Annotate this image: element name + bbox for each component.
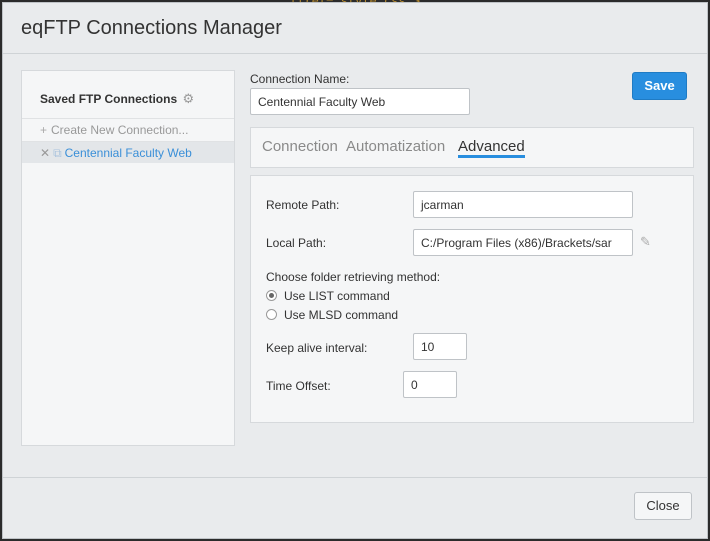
saved-connections-sidebar: Saved FTP Connections ⚙ + Create New Conn…: [21, 70, 235, 446]
dialog-footer: Close: [3, 477, 707, 538]
connection-name-input[interactable]: Centennial Faculty Web: [250, 88, 470, 115]
keep-alive-label: Keep alive interval:: [266, 341, 368, 355]
create-new-connection-label: Create New Connection...: [51, 123, 189, 137]
time-offset-input[interactable]: 0: [403, 371, 457, 398]
local-path-label: Local Path:: [266, 236, 327, 250]
sidebar-item-label: Centennial Faculty Web: [64, 146, 192, 160]
settings-tabs: Connection Automatization Advanced: [250, 127, 694, 168]
tab-advanced[interactable]: Advanced: [458, 138, 525, 158]
remote-path-input[interactable]: jcarman: [413, 191, 633, 218]
tab-automatization[interactable]: Automatization: [346, 138, 445, 155]
close-button[interactable]: Close: [634, 492, 692, 520]
delete-icon[interactable]: ✕: [40, 146, 50, 160]
keep-alive-input[interactable]: 10: [413, 333, 467, 360]
use-mlsd-label: Use MLSD command: [284, 308, 399, 322]
saved-connections-heading: Saved FTP Connections ⚙: [40, 91, 194, 107]
connection-name-label: Connection Name:: [250, 72, 350, 86]
use-mlsd-radio[interactable]: [266, 309, 277, 320]
use-list-radio[interactable]: [266, 290, 277, 301]
create-new-connection-item[interactable]: + Create New Connection...: [22, 118, 234, 140]
use-list-label: Use LIST command: [284, 289, 390, 303]
tab-connection[interactable]: Connection: [262, 138, 338, 155]
sidebar-item-centennial-faculty-web[interactable]: ✕ ⧉ Centennial Faculty Web: [22, 141, 234, 163]
local-path-input[interactable]: C:/Program Files (x86)/Brackets/sar: [413, 229, 633, 256]
copy-icon[interactable]: ⧉: [53, 146, 62, 160]
remote-path-label: Remote Path:: [266, 198, 340, 212]
saved-connections-heading-text: Saved FTP Connections: [40, 92, 178, 106]
save-button[interactable]: Save: [632, 72, 687, 100]
pencil-icon[interactable]: ✎: [640, 234, 651, 250]
gear-icon[interactable]: ⚙: [182, 91, 194, 106]
dialog-title: eqFTP Connections Manager: [21, 17, 282, 39]
plus-icon: +: [40, 123, 48, 137]
connections-manager-dialog: eqFTP Connections Manager Saved FTP Conn…: [2, 2, 708, 539]
dialog-header: eqFTP Connections Manager: [3, 3, 707, 54]
time-offset-label: Time Offset:: [266, 379, 331, 393]
folder-method-label: Choose folder retrieving method:: [266, 270, 441, 284]
